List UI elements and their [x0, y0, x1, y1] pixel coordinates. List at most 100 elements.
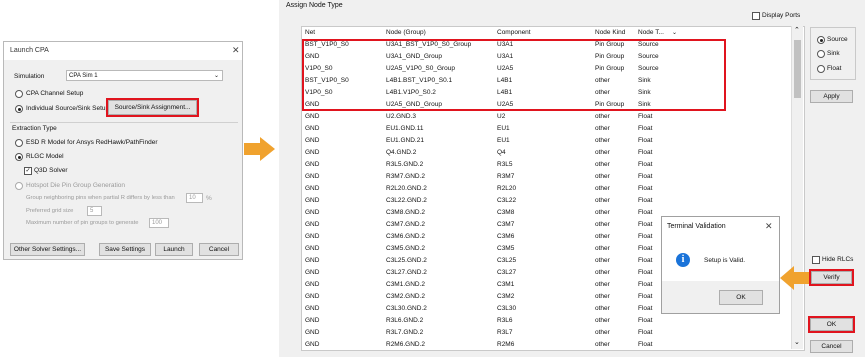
cell-component: C3L27	[497, 269, 517, 276]
max-groups-input[interactable]: 100	[149, 218, 169, 228]
validation-close-icon[interactable]: ✕	[765, 221, 773, 232]
rlgc-model-radio[interactable]	[15, 153, 23, 161]
table-scrollbar[interactable]: ⌃ ⌄	[791, 26, 803, 349]
cell-net: GND	[305, 209, 320, 216]
cell-component: C3L22	[497, 197, 517, 204]
cell-node-kind: other	[595, 245, 610, 252]
validation-body: i Setup is Valid.	[662, 236, 779, 281]
cell-node-group: C3M1.GND.2	[386, 281, 426, 288]
launch-button[interactable]: Launch	[155, 243, 193, 256]
simulation-label: Simulation	[14, 73, 45, 80]
esd-model-label: ESD R Model for Ansys RedHawk/PathFinder	[26, 139, 158, 146]
table-row[interactable]: GND R3L7.GND.2 R3L7 other Float	[302, 327, 792, 339]
ok-button[interactable]: OK	[808, 316, 855, 333]
cell-net: GND	[305, 245, 320, 252]
grid-size-input[interactable]: 5	[87, 206, 102, 216]
extraction-type-heading: Extraction Type	[12, 125, 57, 132]
table-row[interactable]: GND R3L5.GND.2 R3L5 other Float	[302, 159, 792, 171]
cell-node-group: R3M7.GND.2	[386, 173, 426, 180]
cell-net: GND	[305, 161, 320, 168]
table-row[interactable]: GND R3L6.GND.2 R3L6 other Float	[302, 315, 792, 327]
scroll-thumb[interactable]	[794, 40, 801, 98]
cell-net: GND	[305, 221, 320, 228]
table-row[interactable]: GND C3L22.GND.2 C3L22 other Float	[302, 195, 792, 207]
q3d-solver-checkbox[interactable]: ✓	[24, 167, 32, 175]
verify-button[interactable]: Verify	[809, 269, 854, 286]
cell-node-kind: other	[595, 233, 610, 240]
column-header-net[interactable]: Net	[305, 29, 315, 36]
cell-net: GND	[305, 329, 320, 336]
cell-node-type: Float	[638, 305, 653, 312]
column-header-node-group[interactable]: Node (Group)	[386, 29, 426, 36]
cell-node-type: Float	[638, 281, 653, 288]
assign-title: Assign Node Type	[286, 2, 343, 9]
table-row[interactable]: GND EU1.GND.21 EU1 other Float	[302, 135, 792, 147]
cell-node-kind: other	[595, 113, 610, 120]
cell-node-kind: other	[595, 137, 610, 144]
column-header-node-type[interactable]: Node T...	[638, 29, 664, 36]
cpa-channel-setup-radio[interactable]	[15, 90, 23, 98]
table-row[interactable]: GND U2.GND.3 U2 other Float	[302, 111, 792, 123]
other-solver-settings-button[interactable]: Other Solver Settings...	[10, 243, 85, 256]
cell-node-group: C3M7.GND.2	[386, 221, 426, 228]
cell-node-group: EU1.GND.11	[386, 125, 424, 132]
individual-setup-radio[interactable]	[15, 105, 23, 113]
cell-net: GND	[305, 281, 320, 288]
group-pins-label: Group neighboring pins when partial R di…	[26, 195, 175, 201]
column-header-component[interactable]: Component	[497, 29, 531, 36]
launch-cpa-dialog: Launch CPA ✕ Simulation CPA Sim 1 ⌄ CPA …	[3, 41, 243, 260]
cell-node-kind: other	[595, 185, 610, 192]
table-row[interactable]: GND R2M6.GND.2 R2M6 other Float	[302, 339, 792, 350]
sort-chevron-icon[interactable]: ⌄	[672, 29, 677, 36]
cell-node-kind: other	[595, 341, 610, 348]
cancel-button[interactable]: Cancel	[810, 340, 853, 353]
cell-node-group: R2M6.GND.2	[386, 341, 426, 348]
rlgc-model-label: RLGC Model	[26, 153, 64, 160]
table-row[interactable]: GND Q4.GND.2 Q4 other Float	[302, 147, 792, 159]
esd-model-radio[interactable]	[15, 139, 23, 147]
save-settings-button[interactable]: Save Settings	[99, 243, 151, 256]
source-radio[interactable]	[817, 36, 825, 44]
float-radio[interactable]	[817, 65, 825, 73]
source-sink-assignment-button[interactable]: Source/Sink Assignment...	[106, 98, 199, 117]
group-pins-input[interactable]: 10	[186, 193, 203, 203]
display-ports-checkbox[interactable]	[752, 12, 760, 20]
table-row[interactable]: GND R3M7.GND.2 R3M7 other Float	[302, 171, 792, 183]
cell-node-type: Float	[638, 173, 653, 180]
hide-rlcs-checkbox[interactable]	[812, 256, 820, 264]
left-arrow-icon	[780, 266, 809, 290]
cell-net: GND	[305, 317, 320, 324]
sink-radio[interactable]	[817, 50, 825, 58]
close-icon[interactable]: ✕	[232, 45, 240, 56]
apply-button[interactable]: Apply	[810, 90, 853, 103]
table-row[interactable]: GND R2L20.GND.2 R2L20 other Float	[302, 183, 792, 195]
scroll-down-icon[interactable]: ⌄	[794, 338, 800, 346]
cell-node-type: Float	[638, 317, 653, 324]
cell-node-group: Q4.GND.2	[386, 149, 417, 156]
table-row[interactable]: GND EU1.GND.11 EU1 other Float	[302, 123, 792, 135]
hotspot-radio[interactable]	[15, 182, 23, 190]
simulation-select[interactable]: CPA Sim 1 ⌄	[66, 70, 223, 81]
cell-net: GND	[305, 149, 320, 156]
launch-cancel-button[interactable]: Cancel	[199, 243, 239, 256]
cell-node-group: C3M2.GND.2	[386, 293, 426, 300]
cell-node-type: Float	[638, 257, 653, 264]
cell-node-kind: other	[595, 125, 610, 132]
cell-node-group: R3L6.GND.2	[386, 317, 424, 324]
cell-node-group: U2.GND.3	[386, 113, 416, 120]
cell-node-kind: other	[595, 221, 610, 228]
cell-node-group: C3L27.GND.2	[386, 269, 427, 276]
scroll-up-icon[interactable]: ⌃	[794, 26, 800, 34]
cell-node-type: Float	[638, 137, 653, 144]
cell-node-kind: other	[595, 149, 610, 156]
cell-component: U2	[497, 113, 506, 120]
cell-node-group: R3L5.GND.2	[386, 161, 424, 168]
column-header-node-kind[interactable]: Node Kind	[595, 29, 625, 36]
cell-component: R3M7	[497, 173, 515, 180]
cell-component: R2M6	[497, 341, 515, 348]
validation-message: Setup is Valid.	[704, 257, 746, 264]
source-label: Source	[827, 36, 848, 43]
validation-ok-button[interactable]: OK	[719, 290, 763, 305]
cell-net: GND	[305, 185, 320, 192]
cell-component: R3L7	[497, 329, 513, 336]
